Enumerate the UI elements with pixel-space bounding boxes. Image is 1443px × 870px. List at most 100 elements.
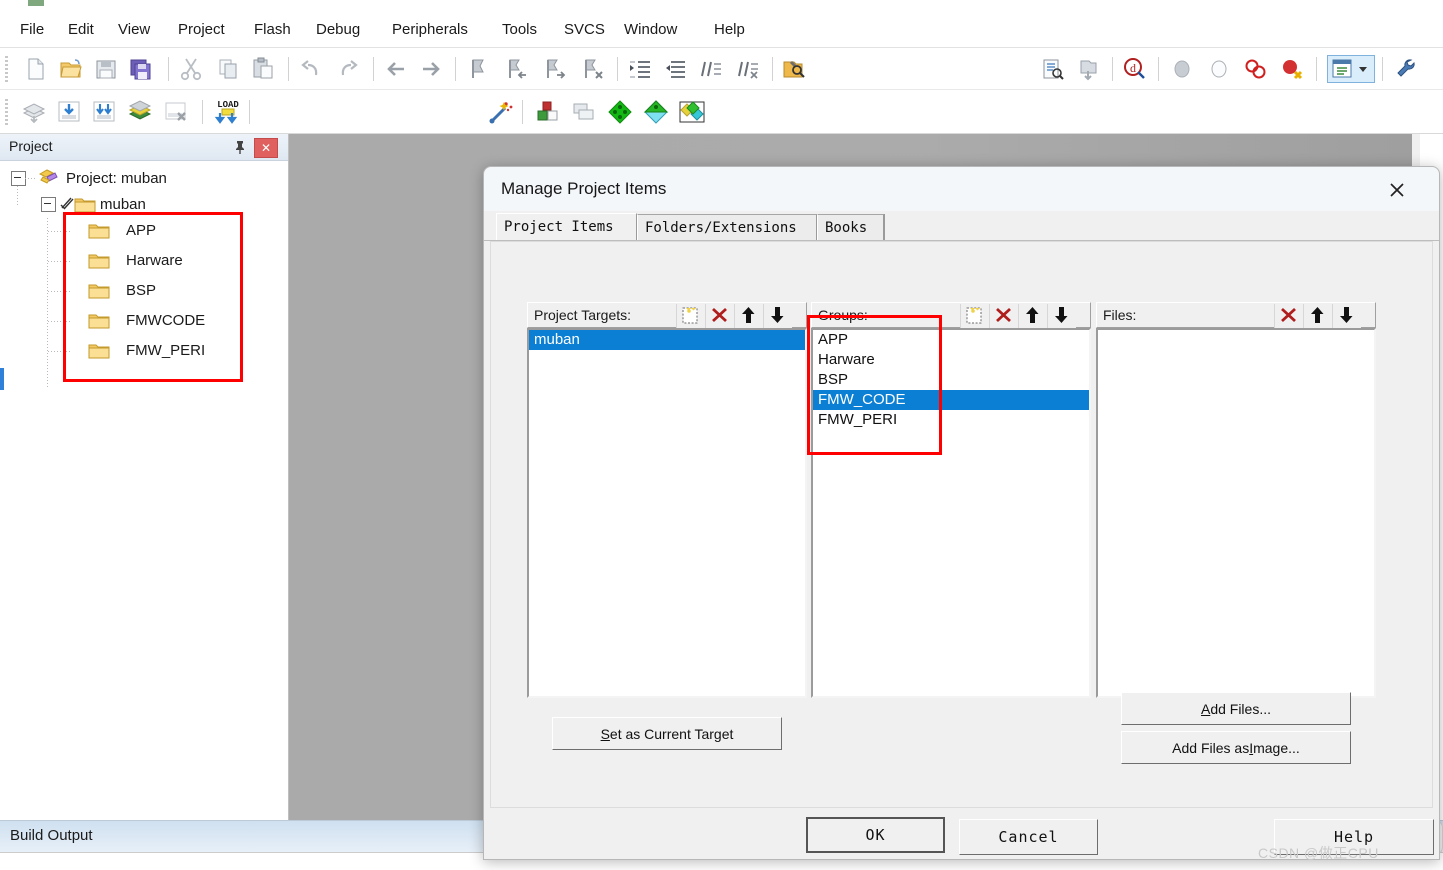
toolbar-grip[interactable]: [5, 56, 8, 82]
add-files-button[interactable]: Add Files...: [1121, 692, 1351, 725]
step-icon[interactable]: [1168, 55, 1196, 83]
navigate-back-icon[interactable]: [382, 55, 410, 83]
navigate-forward-icon[interactable]: [417, 55, 445, 83]
pack-installer-icon[interactable]: [642, 98, 670, 126]
redo-icon[interactable]: [334, 55, 362, 83]
files-list[interactable]: [1096, 328, 1376, 698]
manage-project-items-icon[interactable]: [606, 98, 634, 126]
save-icon[interactable]: [92, 55, 120, 83]
multi-project-icon[interactable]: [678, 98, 706, 126]
delete-item-icon[interactable]: [1274, 304, 1303, 328]
rebuild-icon[interactable]: [90, 98, 118, 126]
move-down-icon[interactable]: [763, 304, 792, 328]
groups-list[interactable]: APP Harware BSP FMW_CODE FMW_PERI: [811, 328, 1091, 698]
insert-bookmark-icon[interactable]: [1038, 55, 1066, 83]
menu-item-peripherals[interactable]: Peripherals: [386, 19, 474, 41]
tab-project-items[interactable]: Project Items: [496, 213, 637, 242]
magic-wand-icon[interactable]: [487, 98, 515, 126]
outdent-icon[interactable]: [661, 55, 689, 83]
tree-row-group[interactable]: FMW_PERI: [0, 338, 288, 364]
bookmark-clear-icon[interactable]: [579, 55, 607, 83]
toolbar-separator: [288, 57, 289, 81]
open-file-icon[interactable]: [57, 55, 85, 83]
list-item[interactable]: FMW_CODE: [813, 390, 1089, 410]
tree-row-group[interactable]: Harware: [0, 248, 288, 274]
tree-expander-target[interactable]: [41, 197, 56, 212]
paste-icon[interactable]: [249, 55, 277, 83]
move-down-icon[interactable]: [1047, 304, 1076, 328]
menu-item-file[interactable]: File: [14, 19, 50, 41]
tree-expander-root[interactable]: [11, 171, 26, 186]
stop-build-icon[interactable]: [162, 98, 190, 126]
close-icon[interactable]: ✕: [254, 138, 278, 158]
close-icon[interactable]: [1380, 177, 1414, 203]
translate-icon[interactable]: [20, 98, 48, 126]
bookmark-toggle-icon[interactable]: [464, 55, 492, 83]
uncomment-icon[interactable]: [734, 55, 762, 83]
new-item-icon[interactable]: [960, 304, 989, 328]
menu-item-tools[interactable]: Tools: [496, 19, 543, 41]
toolbar-separator: [1316, 57, 1317, 81]
list-item[interactable]: APP: [813, 330, 1089, 350]
move-down-icon[interactable]: [1332, 304, 1361, 328]
breakpoint-icon[interactable]: [1241, 55, 1269, 83]
step-over-icon[interactable]: [1205, 55, 1233, 83]
project-targets-list[interactable]: muban: [527, 328, 807, 698]
batch-build-icon[interactable]: [126, 98, 154, 126]
pin-icon[interactable]: [232, 139, 248, 155]
bookmark-prev-icon[interactable]: [503, 55, 531, 83]
delete-item-icon[interactable]: [705, 304, 734, 328]
tree-row-group[interactable]: FMWCODE: [0, 308, 288, 334]
tree-row-target[interactable]: muban: [0, 186, 288, 218]
button-label: et as Current Target: [609, 726, 734, 742]
list-item[interactable]: FMW_PERI: [813, 410, 1089, 430]
menu-item-svcs[interactable]: SVCS: [558, 19, 611, 41]
build-icon[interactable]: [55, 98, 83, 126]
new-item-icon[interactable]: [676, 304, 705, 328]
toolbar-separator: [772, 57, 773, 81]
undo-icon[interactable]: [297, 55, 325, 83]
save-all-icon[interactable]: [127, 55, 155, 83]
comment-icon[interactable]: [697, 55, 725, 83]
list-item[interactable]: muban: [529, 330, 805, 350]
menu-item-debug[interactable]: Debug: [310, 19, 366, 41]
cut-icon[interactable]: [177, 55, 205, 83]
find-in-files-icon[interactable]: [779, 55, 807, 83]
download-icon[interactable]: LOAD: [212, 96, 244, 128]
configure-icon[interactable]: [1392, 55, 1420, 83]
list-item[interactable]: Harware: [813, 350, 1089, 370]
move-up-icon[interactable]: [734, 304, 763, 328]
menu-item-flash[interactable]: Flash: [248, 19, 297, 41]
menu-item-help[interactable]: Help: [708, 19, 751, 41]
menu-item-edit[interactable]: Edit: [62, 19, 100, 41]
move-up-icon[interactable]: [1303, 304, 1332, 328]
list-item[interactable]: BSP: [813, 370, 1089, 390]
manage-components-icon[interactable]: [570, 98, 598, 126]
delete-item-icon[interactable]: [989, 304, 1018, 328]
menu-item-view[interactable]: View: [112, 19, 156, 41]
add-files-as-image-button[interactable]: Add Files as Image...: [1121, 731, 1351, 764]
cancel-button[interactable]: Cancel: [959, 819, 1098, 855]
toolbar-separator: [249, 100, 250, 124]
tab-folders-extensions[interactable]: Folders/Extensions: [637, 214, 817, 240]
menu-item-window[interactable]: Window: [618, 19, 683, 41]
window-layout-icon[interactable]: [1327, 55, 1375, 83]
breakpoint-clear-icon[interactable]: [1278, 55, 1306, 83]
open-project-icon[interactable]: [1074, 55, 1102, 83]
tree-row-project-root[interactable]: Project: muban: [0, 166, 288, 192]
bookmark-next-icon[interactable]: [541, 55, 569, 83]
ok-button[interactable]: OK: [806, 817, 945, 853]
move-up-icon[interactable]: [1018, 304, 1047, 328]
debug-session-icon[interactable]: d: [1120, 55, 1148, 83]
tree-label-group: BSP: [126, 282, 157, 299]
toolbar-grip[interactable]: [5, 99, 8, 125]
tree-row-group[interactable]: BSP: [0, 278, 288, 304]
target-options-icon[interactable]: [534, 98, 562, 126]
copy-icon[interactable]: [214, 55, 242, 83]
tab-books[interactable]: Books: [817, 214, 884, 240]
indent-icon[interactable]: [626, 55, 654, 83]
tree-row-group[interactable]: APP: [0, 218, 288, 244]
new-file-icon[interactable]: [22, 55, 50, 83]
menu-item-project[interactable]: Project: [172, 19, 231, 41]
set-as-current-target-button[interactable]: Set as Current Target: [552, 717, 782, 750]
